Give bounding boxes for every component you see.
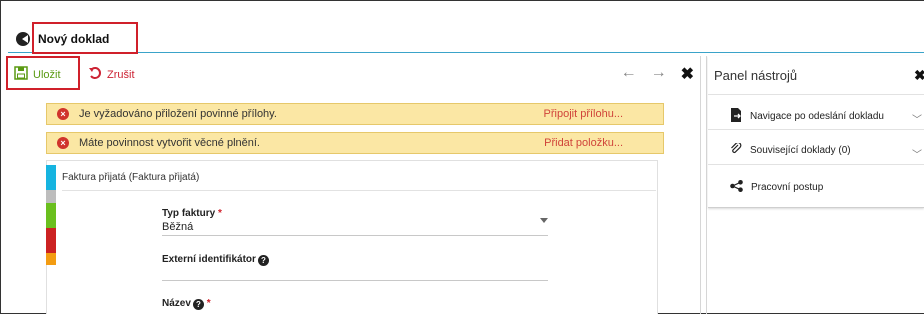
share-icon — [730, 180, 743, 195]
alert-missing-item: × Máte povinnost vytvořit věcné plnění. … — [46, 132, 664, 154]
app-logo-icon — [16, 32, 30, 46]
external-id-input[interactable] — [162, 280, 548, 281]
color-segment — [46, 252, 56, 265]
divider — [62, 190, 656, 191]
field-underline — [162, 235, 548, 236]
cancel-label: Zrušit — [107, 68, 135, 81]
color-segment — [46, 177, 56, 190]
chevron-down-icon[interactable]: ﹀ — [912, 111, 922, 126]
add-item-link[interactable]: Přidat položku... — [544, 137, 623, 149]
undo-icon — [88, 66, 102, 83]
divider — [708, 129, 924, 130]
invoice-type-select[interactable]: Běžná — [162, 221, 193, 233]
cancel-button[interactable]: Zrušit — [88, 66, 135, 83]
chevron-down-icon[interactable]: ﹀ — [912, 146, 922, 161]
arrow-left-icon[interactable]: ← — [621, 64, 637, 84]
close-icon[interactable]: ✖ — [914, 67, 924, 84]
record-navigation: ← → ✖ — [621, 64, 694, 84]
divider — [706, 56, 707, 314]
panel-title: Panel nástrojů — [714, 68, 798, 83]
chevron-down-icon[interactable] — [540, 218, 548, 223]
save-highlight — [6, 56, 80, 90]
form-panel — [46, 160, 658, 314]
field-label-external-id: Externí identifikátor? — [162, 254, 269, 266]
alert-message: Je vyžadováno přiložení povinné přílohy. — [79, 108, 277, 120]
panel-item-label: Navigace po odeslání dokladu — [750, 111, 884, 122]
field-label-name: Název? * — [162, 298, 211, 310]
help-icon[interactable]: ? — [257, 255, 269, 266]
panel-item-workflow[interactable]: Pracovní postup — [730, 180, 823, 195]
panel-item-navigation[interactable]: Navigace po odeslání dokladu — [730, 108, 884, 125]
color-segment — [46, 240, 56, 253]
divider — [700, 56, 701, 314]
attach-file-link[interactable]: Připojit přílohu... — [544, 108, 623, 120]
color-segment — [46, 202, 56, 215]
toolbar: Uložit Zrušit ← → ✖ — [8, 60, 700, 90]
color-segment — [46, 165, 56, 178]
title-bar: Nový doklad — [8, 25, 924, 53]
form-header: Faktura přijatá (Faktura přijatá) — [62, 172, 200, 183]
close-icon[interactable]: ✖ — [681, 64, 694, 84]
help-icon[interactable]: ? — [192, 299, 204, 310]
arrow-right-icon[interactable]: → — [651, 64, 667, 84]
paperclip-icon — [730, 141, 742, 158]
panel-item-label: Související doklady (0) — [750, 145, 851, 156]
document-export-icon — [730, 108, 742, 125]
title-highlight — [32, 22, 138, 54]
color-segment — [46, 215, 56, 228]
divider — [708, 164, 924, 165]
error-icon: × — [57, 137, 69, 149]
color-segment — [46, 227, 56, 240]
error-icon: × — [57, 108, 69, 120]
alert-missing-attachment: × Je vyžadováno přiložení povinné příloh… — [46, 103, 664, 125]
tools-panel: Panel nástrojů ✖ Navigace po odeslání do… — [708, 56, 924, 208]
alert-message: Máte povinnost vytvořit věcné plnění. — [79, 137, 260, 149]
panel-item-label: Pracovní postup — [751, 182, 824, 193]
panel-item-related-docs[interactable]: Související doklady (0) — [730, 141, 851, 158]
divider — [708, 94, 924, 95]
color-segment — [46, 190, 56, 203]
field-label-invoice-type: Typ faktury * — [162, 208, 222, 219]
